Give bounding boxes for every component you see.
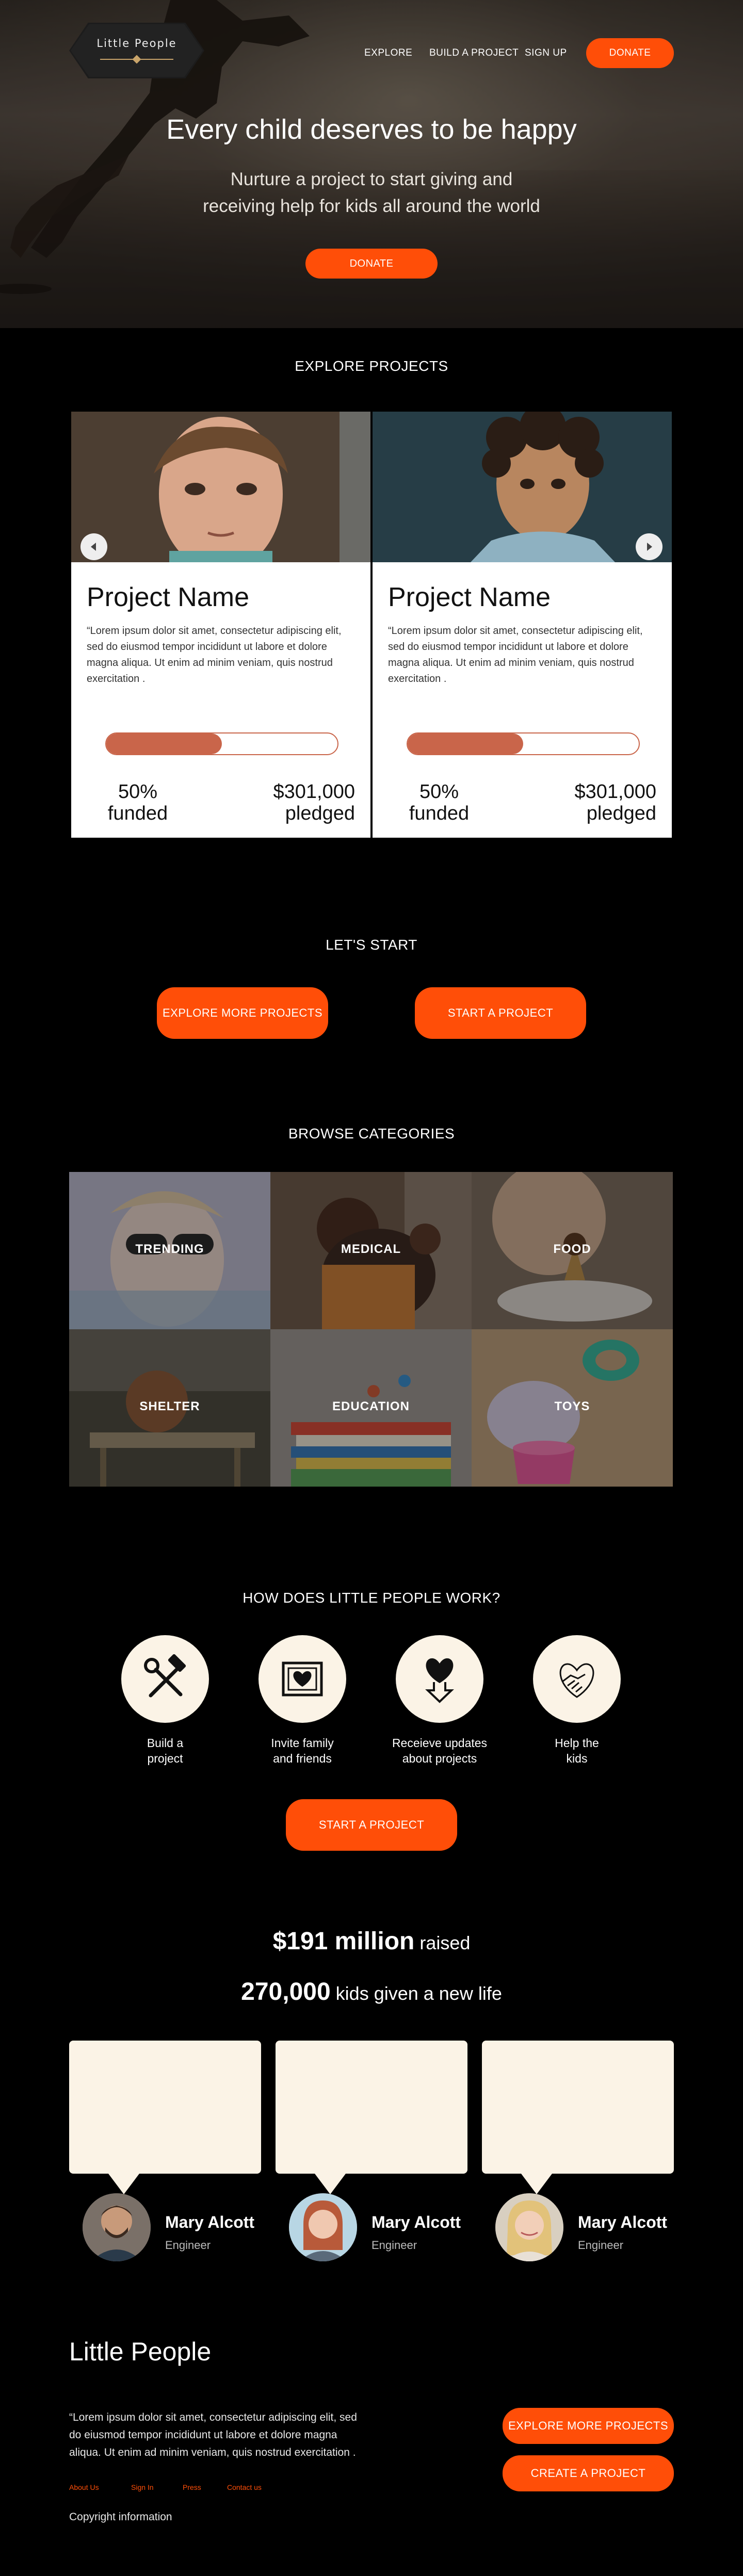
- explore-more-projects-button[interactable]: EXPLORE MORE PROJECTS: [157, 987, 328, 1039]
- copyright: Copyright information: [69, 2511, 172, 2523]
- heart-hands-icon: [559, 1663, 594, 1698]
- step-help: [533, 1635, 621, 1723]
- category-trending[interactable]: TRENDING: [69, 1172, 270, 1329]
- lets-start-title: LET'S START: [326, 937, 417, 953]
- funding-progress-bar: [407, 732, 640, 755]
- category-label: FOOD: [553, 1242, 591, 1256]
- hero-subtitle: Nurture a project to start giving and re…: [203, 169, 540, 216]
- footer-create-button[interactable]: CREATE A PROJECT: [503, 2455, 674, 2491]
- project-image: [373, 412, 672, 562]
- footer-text: “Lorem ipsum dolor sit amet, consectetur…: [69, 2411, 357, 2458]
- hero-donate-button[interactable]: DONATE: [305, 249, 438, 279]
- funded-stat: 50% funded: [107, 781, 168, 824]
- how-start-project-button[interactable]: START A PROJECT: [286, 1799, 457, 1851]
- testimonial-role: Engineer: [165, 2239, 211, 2252]
- step-label: Receieve updates about projects: [392, 1736, 488, 1765]
- project-name: Project Name: [87, 582, 249, 612]
- prev-project-button[interactable]: [80, 533, 107, 560]
- explore-title: EXPLORE PROJECTS: [295, 358, 448, 374]
- step-label: Build a project: [147, 1736, 184, 1765]
- testimonial-name: Mary Alcott: [165, 2213, 255, 2231]
- footer-explore-button[interactable]: EXPLORE MORE PROJECTS: [503, 2408, 674, 2444]
- testimonial-bubble: [69, 2041, 261, 2194]
- nav-build-project[interactable]: BUILD A PROJECT: [429, 47, 519, 59]
- how-title: HOW DOES LITTLE PEOPLE WORK?: [243, 1590, 500, 1606]
- header-donate-button[interactable]: DONATE: [586, 38, 674, 68]
- category-toys[interactable]: TOYS: [472, 1329, 673, 1487]
- avatar: [83, 2193, 151, 2261]
- hero-section: Little People EXPLORE BUILD A PROJECT SI…: [0, 0, 743, 328]
- category-label: MEDICAL: [341, 1242, 401, 1256]
- footer-link-about[interactable]: About Us: [69, 2483, 99, 2491]
- testimonial-role: Engineer: [372, 2239, 417, 2252]
- project-name: Project Name: [388, 582, 551, 612]
- nav-sign-up[interactable]: SIGN UP: [525, 47, 567, 59]
- category-label: TRENDING: [135, 1242, 204, 1256]
- step-updates: [396, 1635, 483, 1723]
- nav-explore[interactable]: EXPLORE: [364, 47, 412, 59]
- raised-stat: $191 million raised: [272, 1928, 471, 1955]
- next-project-button[interactable]: [636, 533, 663, 560]
- project-card[interactable]: Project Name “Lorem ipsum dolor sit amet…: [71, 412, 370, 838]
- step-label: Help the kids: [555, 1736, 599, 1765]
- funded-stat: 50% funded: [409, 781, 470, 824]
- category-label: EDUCATION: [332, 1399, 410, 1413]
- testimonial-bubble: [276, 2041, 467, 2194]
- category-education[interactable]: EDUCATION: [270, 1329, 472, 1487]
- heart-download-icon: [425, 1658, 454, 1703]
- project-description: “Lorem ipsum dolor sit amet, consectetur…: [87, 625, 342, 684]
- footer-link-contact[interactable]: Contact us: [227, 2483, 262, 2491]
- testimonial-name: Mary Alcott: [372, 2213, 461, 2231]
- hammer-wrench-icon: [144, 1654, 186, 1698]
- arrow-left-icon: [91, 543, 96, 551]
- kids-stat: 270,000 kids given a new life: [241, 1978, 502, 2006]
- step-invite: [259, 1635, 346, 1723]
- project-image: [71, 412, 370, 562]
- category-food[interactable]: FOOD: [472, 1172, 673, 1329]
- testimonial-name: Mary Alcott: [578, 2213, 668, 2231]
- page: Little People EXPLORE BUILD A PROJECT SI…: [0, 0, 743, 2576]
- category-label: SHELTER: [139, 1399, 200, 1413]
- hero-title: Every child deserves to be happy: [166, 114, 577, 145]
- category-label: TOYS: [554, 1399, 590, 1413]
- testimonial-bubble: [482, 2041, 674, 2194]
- pledged-stat: $301,000 pledged: [273, 781, 356, 824]
- heart-photo-icon: [282, 1661, 323, 1697]
- funding-progress-fill: [408, 733, 523, 754]
- avatar: [495, 2193, 563, 2261]
- pledged-stat: $301,000 pledged: [574, 781, 657, 824]
- arrow-right-icon: [647, 543, 652, 551]
- project-description: “Lorem ipsum dolor sit amet, consectetur…: [388, 625, 643, 684]
- logo-text: Little People: [96, 37, 177, 50]
- footer-link-sign-in[interactable]: Sign In: [131, 2483, 154, 2491]
- testimonial-role: Engineer: [578, 2239, 624, 2252]
- category-shelter[interactable]: SHELTER: [69, 1329, 270, 1487]
- category-medical[interactable]: MEDICAL: [270, 1172, 472, 1329]
- start-project-button[interactable]: START A PROJECT: [415, 987, 586, 1039]
- footer-link-press[interactable]: Press: [183, 2483, 201, 2491]
- step-build: [121, 1635, 209, 1723]
- logo[interactable]: Little People: [69, 23, 204, 78]
- funding-progress-fill: [106, 733, 222, 754]
- avatar: [289, 2193, 357, 2261]
- categories-title: BROWSE CATEGORIES: [288, 1126, 455, 1142]
- footer-title: Little People: [69, 2337, 212, 2366]
- project-card[interactable]: Project Name “Lorem ipsum dolor sit amet…: [373, 412, 672, 838]
- funding-progress-bar: [105, 732, 338, 755]
- step-label: Invite family and friends: [271, 1736, 334, 1765]
